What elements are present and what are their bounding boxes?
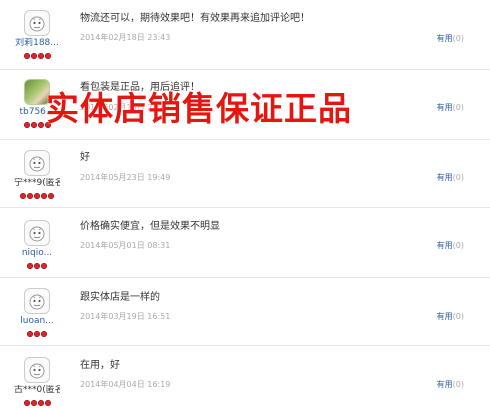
review-date: 2014年02月18日 23:43 bbox=[80, 33, 171, 42]
default-avatar-icon[interactable] bbox=[24, 357, 50, 383]
review-date: 2014年03月19日 16:51 bbox=[80, 312, 171, 321]
useful-button[interactable]: 有用(0) bbox=[437, 241, 464, 251]
review-comment: 跟实体店是一样的 bbox=[80, 292, 160, 303]
buyer-rank-hearts bbox=[14, 50, 60, 61]
buyer-rank-hearts bbox=[14, 260, 60, 271]
useful-label: 有用 bbox=[436, 34, 453, 43]
default-avatar-icon[interactable] bbox=[24, 220, 50, 246]
buyer-rank-hearts bbox=[14, 328, 60, 339]
useful-button[interactable]: 有用(0) bbox=[437, 173, 464, 183]
useful-label: 有用 bbox=[436, 312, 453, 321]
buyer-rank-hearts bbox=[14, 190, 60, 201]
review-item: luoan... 跟实体店是一样的 2014年03月19日 16:51 有用(0… bbox=[0, 278, 490, 346]
reviewer-username: 古***0(匿名) bbox=[14, 385, 60, 395]
review-date: 2014年05月01日 08:31 bbox=[80, 241, 171, 250]
review-item: 刘莉188... 物流还可以，期待效果吧！有效果再来追加评论吧！ 2014年02… bbox=[0, 0, 490, 70]
useful-label: 有用 bbox=[436, 380, 453, 389]
reviewer-info: luoan... bbox=[14, 288, 60, 339]
reviewer-username[interactable]: niqio... bbox=[14, 248, 60, 259]
reviewer-info: 宁***9(匿名) bbox=[14, 150, 60, 201]
reviewer-info: 刘莉188... bbox=[14, 10, 60, 61]
useful-button[interactable]: 有用(0) bbox=[437, 380, 464, 390]
review-comment: 在用，好 bbox=[80, 360, 120, 371]
useful-button[interactable]: 有用(0) bbox=[437, 312, 464, 322]
useful-button[interactable]: 有用(0) bbox=[437, 34, 464, 44]
useful-count: (0) bbox=[452, 380, 464, 389]
useful-count: (0) bbox=[452, 241, 464, 250]
review-item: 宁***9(匿名) 好 2014年05月23日 19:49 有用(0) bbox=[0, 140, 490, 208]
review-date: 2014年04月04日 16:19 bbox=[80, 380, 171, 389]
reviewer-username[interactable]: 刘莉188... bbox=[14, 38, 60, 49]
review-comment: 价格确实便宜，但是效果不明显 bbox=[80, 221, 220, 232]
buyer-rank-hearts bbox=[14, 397, 60, 408]
useful-count: (0) bbox=[452, 34, 464, 43]
review-comment: 物流还可以，期待效果吧！有效果再来追加评论吧！ bbox=[80, 13, 310, 24]
useful-label: 有用 bbox=[436, 173, 453, 182]
default-avatar-icon[interactable] bbox=[24, 150, 50, 176]
useful-count: (0) bbox=[452, 173, 464, 182]
review-date: 2014年05月23日 19:49 bbox=[80, 173, 171, 182]
reviewer-username[interactable]: luoan... bbox=[14, 316, 60, 327]
default-avatar-icon[interactable] bbox=[24, 10, 50, 36]
review-item: niqio... 价格确实便宜，但是效果不明显 2014年05月01日 08:3… bbox=[0, 208, 490, 278]
review-item: 古***0(匿名) 在用，好 2014年04月04日 16:19 有用(0) bbox=[0, 346, 490, 408]
review-comment: 好 bbox=[80, 152, 90, 163]
promo-overlay-text: 实体店销售保证正品 bbox=[46, 89, 352, 128]
default-avatar-icon[interactable] bbox=[24, 288, 50, 314]
reviewer-username: 宁***9(匿名) bbox=[14, 178, 60, 188]
useful-count: (0) bbox=[452, 312, 464, 321]
reviewer-info: 古***0(匿名) bbox=[14, 357, 60, 408]
useful-label: 有用 bbox=[436, 241, 453, 250]
reviewer-info: niqio... bbox=[14, 220, 60, 271]
